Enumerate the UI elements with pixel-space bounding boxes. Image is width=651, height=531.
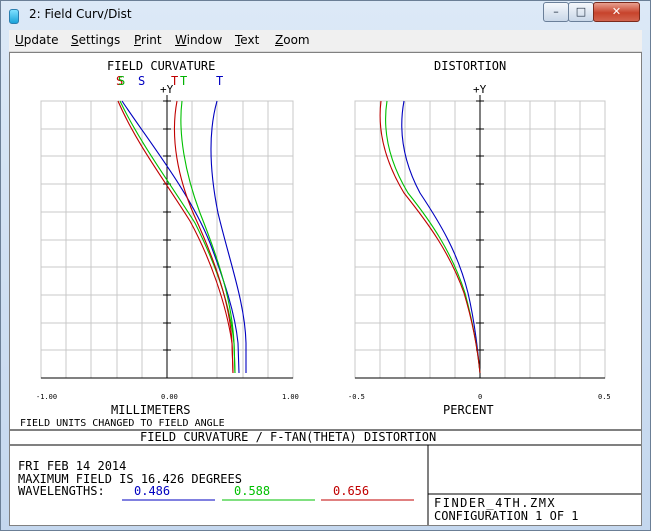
title-bar[interactable]: 2: Field Curv/Dist – □ ✕ [1,1,650,29]
minimize-button[interactable]: – [543,2,569,22]
menu-settings-label: ettings [78,33,121,47]
dist-axis [355,95,605,379]
menu-bar: Update Settings Print Window Text Zoom [9,30,642,52]
fc-legend-s-green: S [118,74,125,88]
wavelength-red: 0.656 [333,484,369,498]
menu-text[interactable]: Text [235,33,259,47]
dist-tick-zero: 0 [478,393,482,401]
dist-curve-green [384,100,481,374]
fc-curve-s-red [117,100,234,374]
close-button[interactable]: ✕ [593,2,640,22]
fc-curve-s-green [119,100,236,374]
menu-print[interactable]: Print [134,33,162,47]
application-window: 2: Field Curv/Dist – □ ✕ Update Settings… [0,0,651,531]
menu-print-accel: P [134,33,142,47]
dist-tick-min: -0.5 [348,393,365,401]
menu-zoom[interactable]: Zoom [275,33,310,47]
fc-tick-max: 1.00 [282,393,299,401]
dist-title: DISTORTION [434,59,506,73]
plot-date: FRI FEB 14 2014 [18,459,126,473]
menu-window-label: indow [186,33,223,47]
maximize-button[interactable]: □ [568,2,594,22]
fc-curve-t-blue [210,100,247,373]
menu-zoom-label: oom [283,33,310,47]
menu-text-label: ext [240,33,260,47]
menu-update-label: pdate [23,33,59,47]
wavelengths-label: WAVELENGTHS: [18,484,105,498]
fc-legend-t-blue: T [216,74,223,88]
dist-curve-blue [401,100,481,374]
dist-tick-max: 0.5 [598,393,611,401]
fc-curves [117,100,247,374]
wavelength-green: 0.588 [234,484,270,498]
menu-print-label: rint [141,33,162,47]
dist-xlabel: PERCENT [443,403,494,417]
fc-tick-zero: 0.00 [161,393,178,401]
wavelength-blue: 0.486 [134,484,170,498]
banner-title: FIELD CURVATURE / F-TAN(THETA) DISTORTIO… [140,430,436,444]
menu-settings-accel: S [71,33,79,47]
plot-svg: FIELD CURVATURE S S S T T T +Y -1.00 0.0… [10,59,641,525]
fc-title: FIELD CURVATURE [107,59,215,73]
menu-zoom-accel: Z [275,33,284,47]
menu-window-accel: W [175,33,187,47]
menu-window[interactable]: Window [175,33,222,47]
fc-legend-t-green: T [180,74,187,88]
file-name: FINDER_4TH.ZMX [434,496,556,510]
plot-canvas: FIELD CURVATURE S S S T T T +Y -1.00 0.0… [9,52,642,526]
fc-y-axis-label: +Y [160,83,174,96]
menu-settings[interactable]: Settings [71,33,120,47]
dist-y-axis-label: +Y [473,83,487,96]
fc-xlabel: MILLIMETERS [111,403,190,417]
configuration: CONFIGURATION 1 OF 1 [434,509,579,523]
fc-note: FIELD UNITS CHANGED TO FIELD ANGLE [20,418,225,429]
menu-update[interactable]: Update [15,33,58,47]
fc-legend-s-blue: S [138,74,145,88]
fc-axis [41,95,293,379]
fc-tick-min: -1.00 [36,393,57,401]
menu-update-accel: U [15,33,24,47]
window-title: 2: Field Curv/Dist [29,7,132,21]
app-icon[interactable] [9,9,19,24]
